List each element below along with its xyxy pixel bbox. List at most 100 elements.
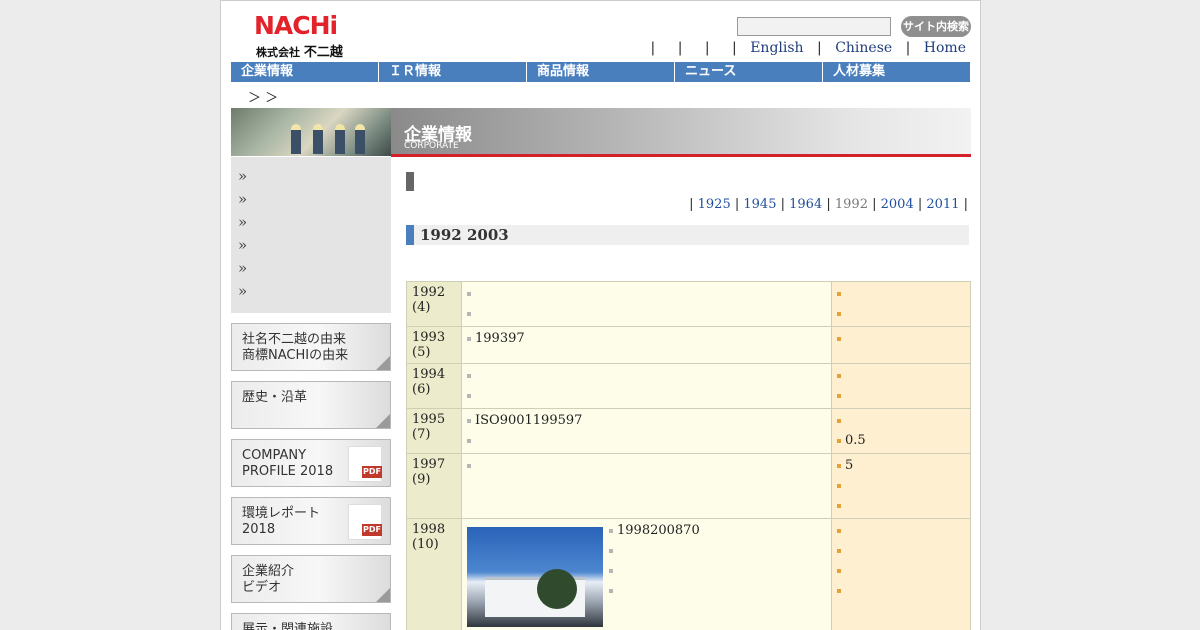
nav-products[interactable]: 商品情報 [527,62,675,82]
banner-text: 社名不二越の由来 商標NACHIの由来 [242,332,348,364]
banner-company-profile[interactable]: COMPANY PROFILE 2018 PDF [231,439,391,487]
banner-company-name-origin[interactable]: 社名不二越の由来 商標NACHIの由来 [231,323,391,371]
world-item: 0.5 [837,431,965,451]
world-item [837,411,965,431]
event-text: 199397 [475,331,525,346]
banner-line: 企業紹介 [242,564,295,579]
world-cell: 0.5 [831,408,971,454]
banner-text: 展示・関連施設 [242,622,333,630]
year: 1997 [412,457,446,472]
sidebar-item-arrow-icon[interactable]: » [238,190,247,208]
sidebar-item-arrow-icon[interactable]: » [238,167,247,185]
banner-company-video[interactable]: 企業紹介 ビデオ [231,555,391,603]
bullet-icon [467,393,471,398]
year-cell: 1995 (7) [406,408,462,454]
world-item [837,476,965,496]
chinese-link[interactable]: Chinese [835,40,892,56]
home-link[interactable]: Home [924,40,966,56]
pdf-icon: PDF [362,524,382,536]
world-item [837,386,965,406]
world-item [837,284,965,304]
link-separator: | [732,40,737,56]
event-item [467,284,826,304]
banner-history[interactable]: 歴史・沿革 [231,381,391,429]
world-text: 0.5 [845,433,866,448]
page-title-en: CORPORATE [404,141,459,151]
table-row: 1997 (9) 5 [406,453,971,519]
table-row: 1993 (5) 199397 [406,326,971,364]
nav-corporate[interactable]: 企業情報 [231,62,379,82]
logo-sub-big: 不二越 [303,45,343,60]
world-item [837,521,965,541]
world-text: 5 [845,458,854,473]
event-item [467,456,826,476]
year-link-1964[interactable]: 1964 [789,197,822,212]
banner-environment-report[interactable]: 環境レポート 2018 PDF [231,497,391,545]
bullet-icon [837,393,841,398]
bullet-icon [609,528,613,533]
sidebar-item-arrow-icon[interactable]: » [238,282,247,300]
banner-line: COMPANY [242,448,307,463]
event-text: ISO9001199597 [475,413,583,428]
nav-recruit[interactable]: 人材募集 [823,62,970,82]
banner-line: 展示・関連施設 [242,622,334,630]
bullet-icon [837,373,841,378]
header-divider [391,154,971,157]
event-item [467,431,826,451]
bullet-icon [467,336,471,341]
sidebar-menu: » » » » » » [231,157,391,313]
era-year: (7) [412,427,431,442]
event-cell: ISO9001199597 [461,408,832,454]
sidebar-item-arrow-icon[interactable]: » [238,213,247,231]
year-link-1925[interactable]: 1925 [698,197,731,212]
event-item [467,386,826,406]
nachi-logo[interactable]: NACHi 株式会社 不二越 [254,11,346,60]
bullet-icon [467,463,471,468]
banner-text: COMPANY PROFILE 2018 [242,448,333,480]
world-item [837,581,965,601]
link-separator: | [905,40,911,56]
sidebar-item-arrow-icon[interactable]: » [238,236,247,254]
sidebar-item-arrow-icon[interactable]: » [238,259,247,277]
event-cell: 199397 [461,326,832,364]
english-link[interactable]: English [750,40,803,56]
world-item: 5 [837,456,965,476]
banner-line: 社名不二越の由来 [242,332,347,347]
era-year: (4) [412,300,431,315]
era-year: (10) [412,537,439,552]
event-cell [461,281,832,327]
breadcrumb: ＞ ＞ [248,91,279,106]
bullet-icon [837,568,841,573]
event-item [467,366,826,386]
year: 1994 [412,367,446,382]
bullet-icon [837,291,841,296]
site-search-input[interactable] [737,17,891,36]
world-item [837,496,965,516]
world-item [837,329,965,349]
bullet-icon [467,291,471,296]
world-cell [831,518,971,630]
bullet-icon [837,483,841,488]
year-link-2011[interactable]: 2011 [926,197,959,212]
banner-line: 環境レポート [242,506,321,521]
section-title: 1992 2003 [406,225,969,245]
world-cell [831,281,971,327]
event-item: ISO9001199597 [467,411,826,431]
banner-exhibition-facilities[interactable]: 展示・関連施設 [231,613,391,630]
world-cell [831,363,971,409]
bullet-icon [609,588,613,593]
year-link-2004[interactable]: 2004 [881,197,914,212]
link-separator: | [677,40,683,56]
event-item [467,304,826,324]
table-row: 1995 (7) ISO9001199597 0.5 [406,408,971,454]
nav-news[interactable]: ニュース [675,62,823,82]
bullet-icon [467,438,471,443]
year-link-1945[interactable]: 1945 [743,197,776,212]
nav-ir[interactable]: ＩＲ情報 [379,62,527,82]
era-year: (5) [412,345,431,360]
link-separator: | [817,40,822,56]
banner-corner-icon [376,414,390,428]
year-cell: 1992 (4) [406,281,462,327]
logo-wordmark: NACHi [254,11,338,40]
site-search-button[interactable]: サイト内検索 [901,16,971,37]
